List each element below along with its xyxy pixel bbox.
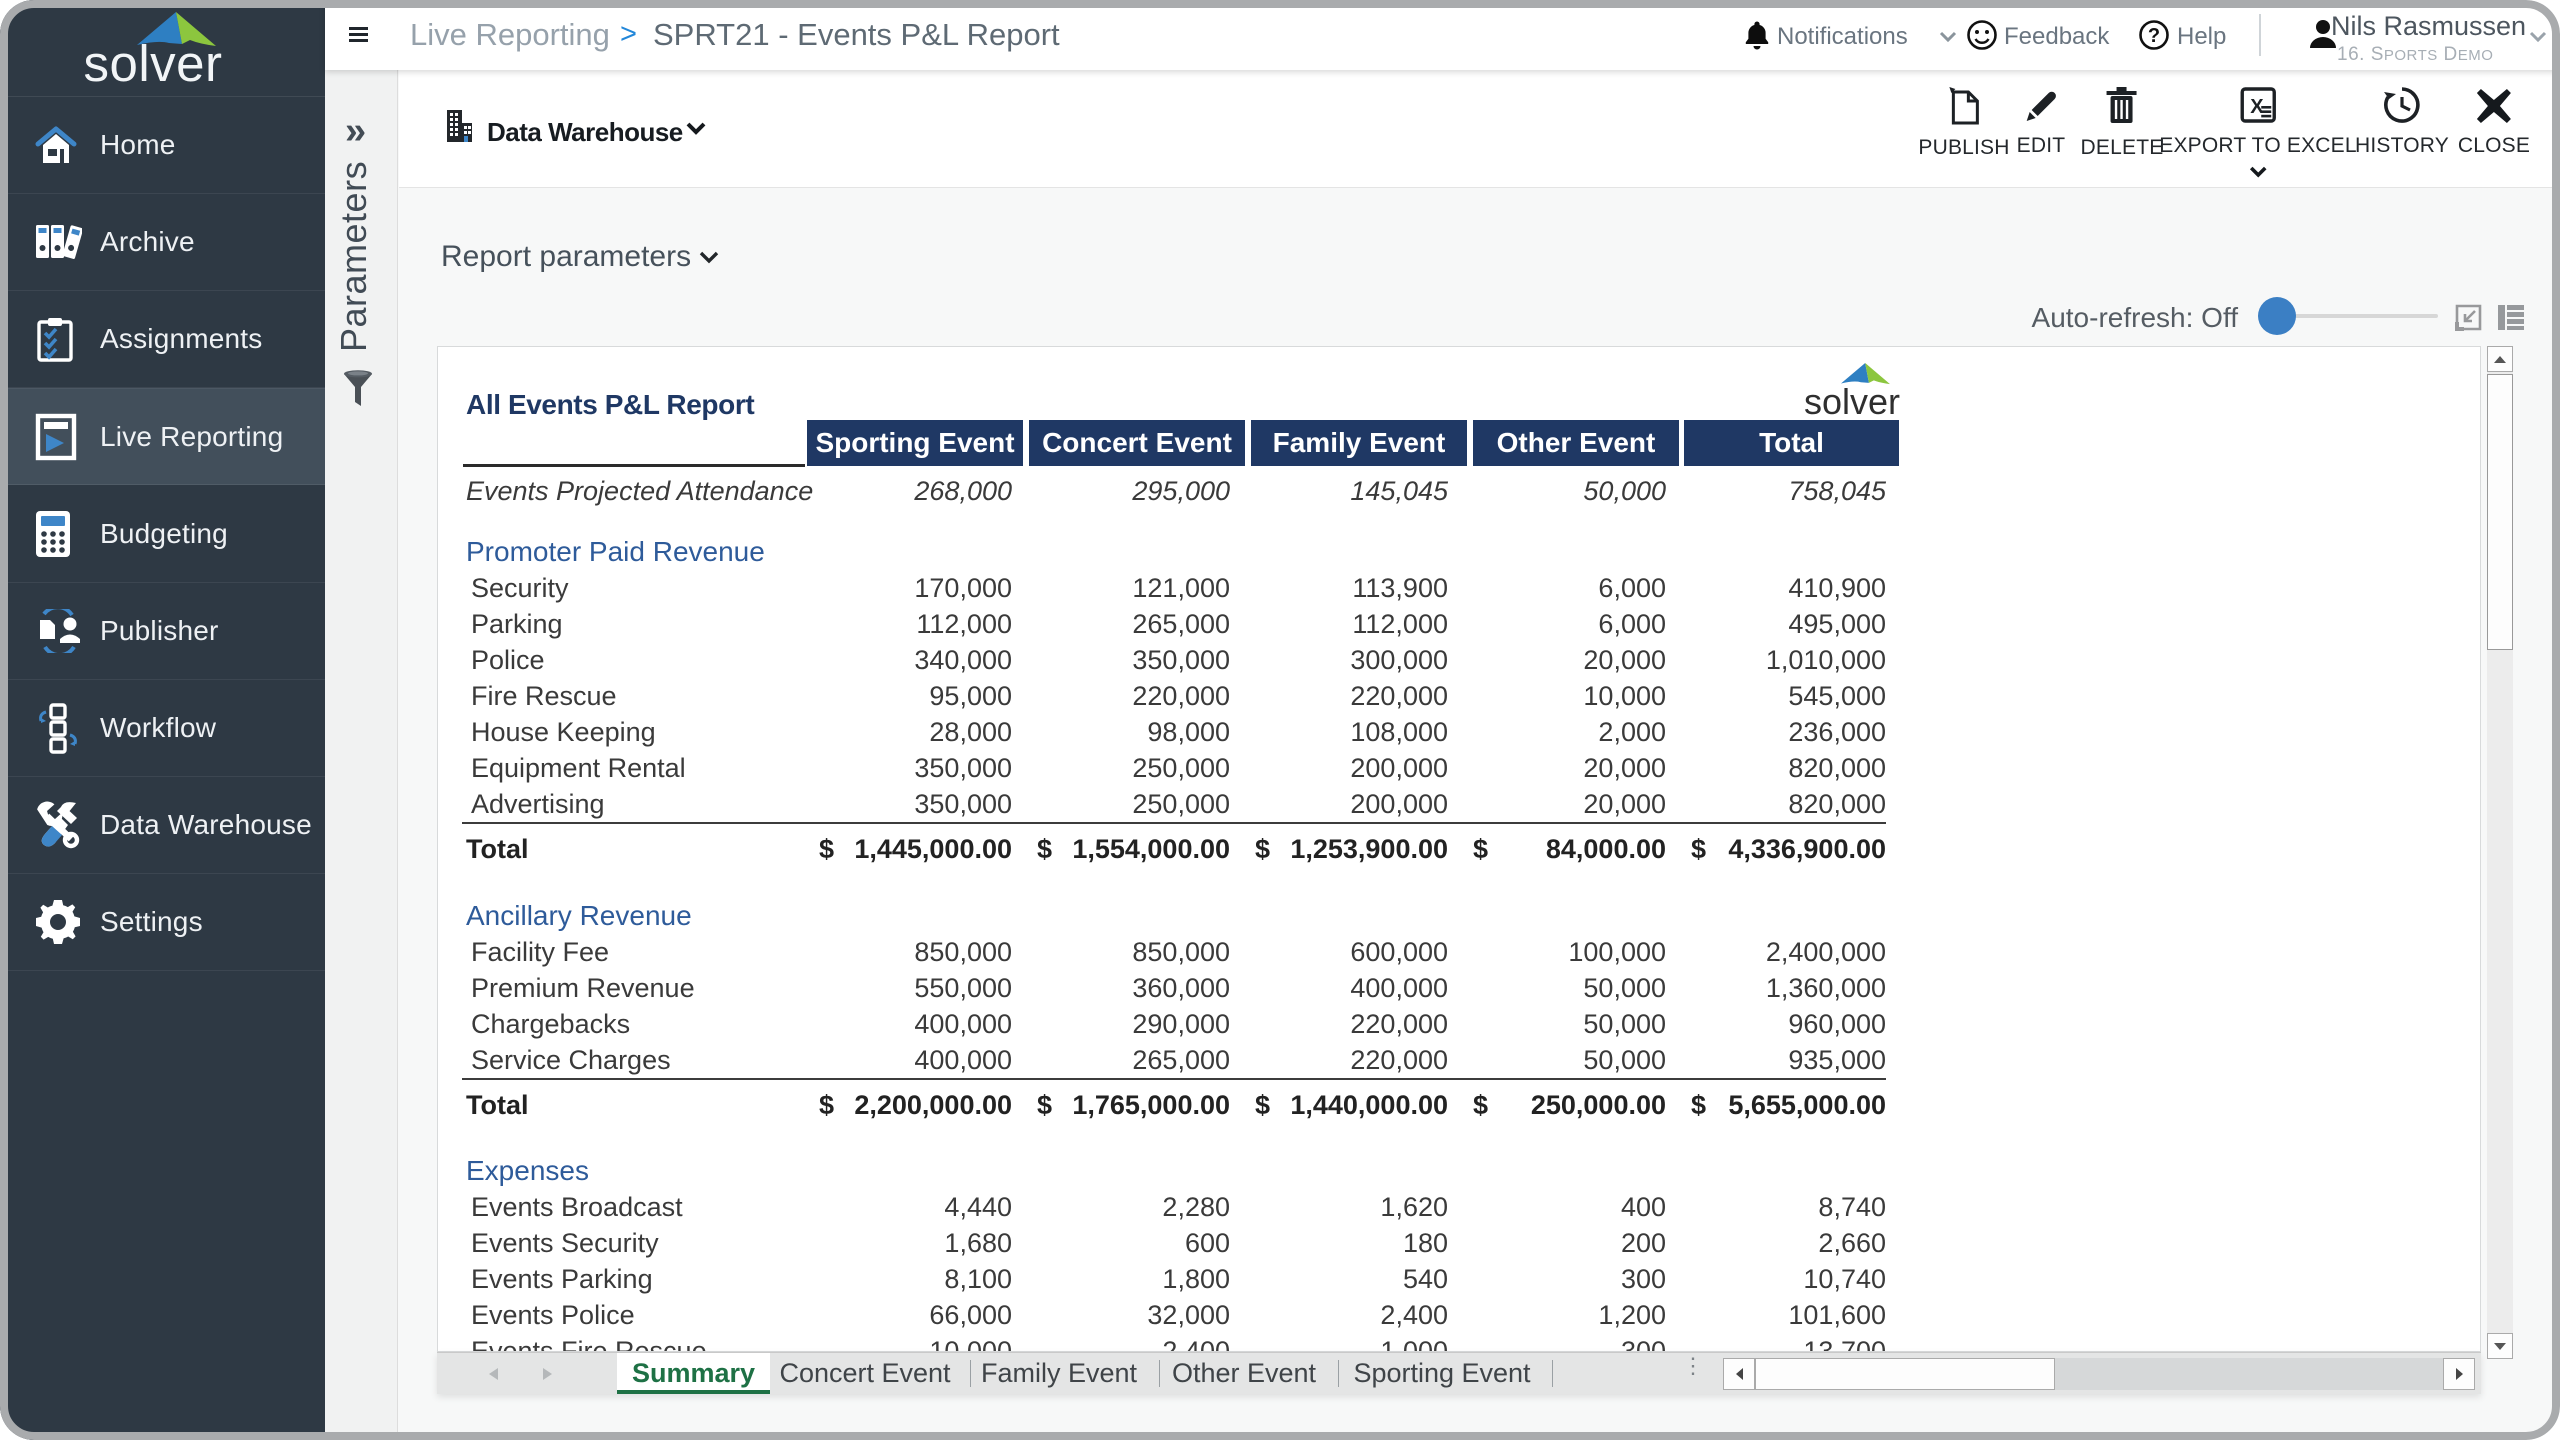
svg-text:solver: solver [1804,381,1900,419]
svg-text:solver: solver [83,35,222,92]
svg-text:?: ? [2148,25,2160,47]
